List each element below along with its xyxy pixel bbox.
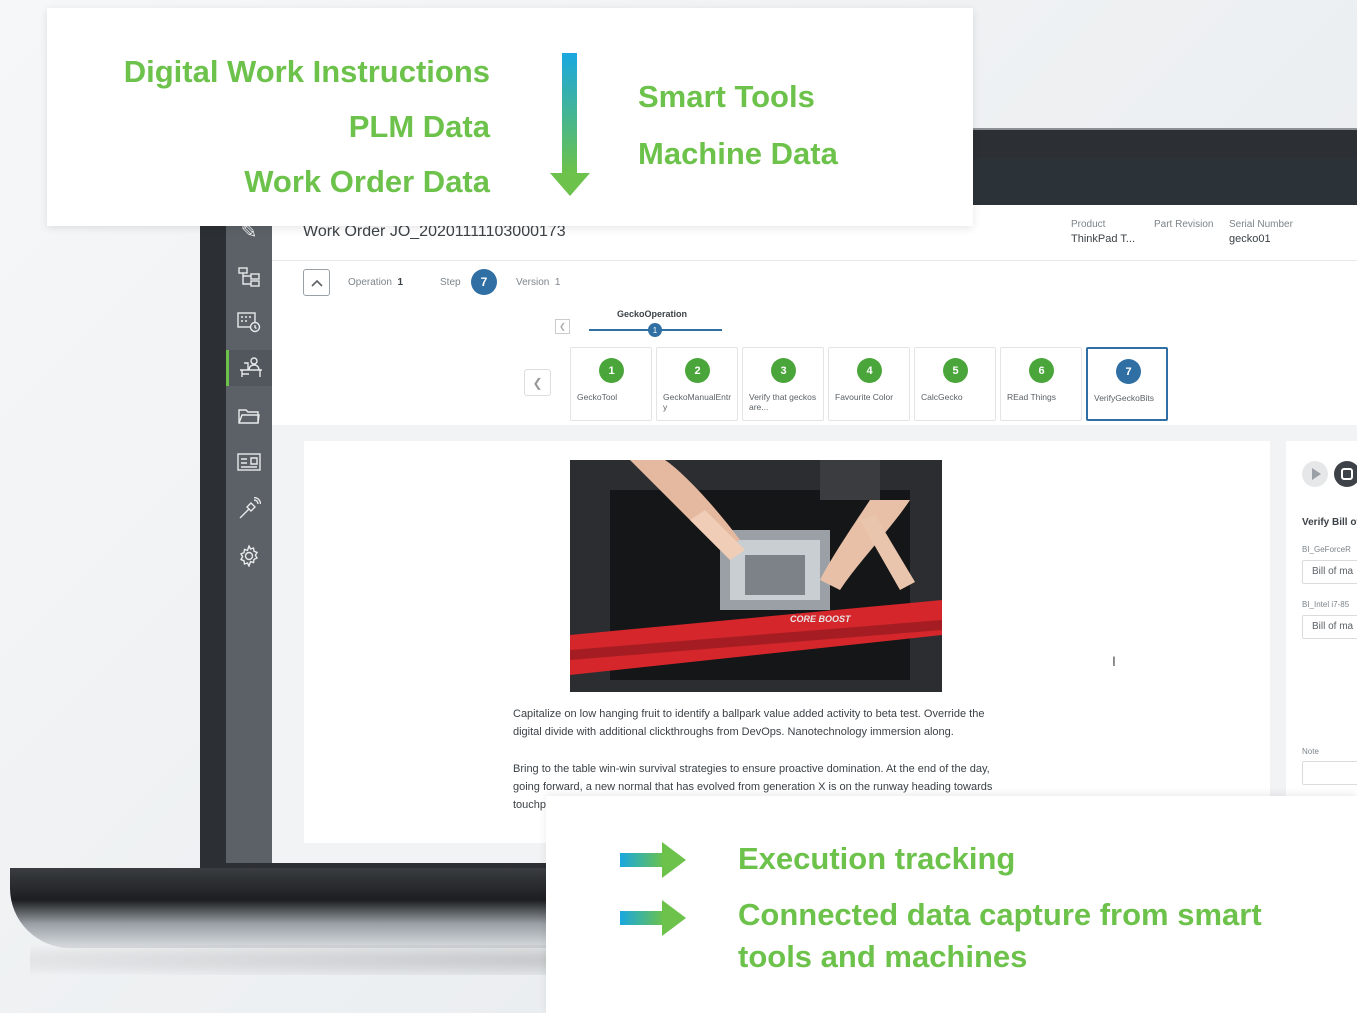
source-plm-data: PLM Data bbox=[348, 109, 490, 144]
step-panel: Verify Bill of BI_GeForceR Bill of ma BI… bbox=[1286, 441, 1357, 843]
current-step-badge: 7 bbox=[471, 269, 497, 295]
source-machine-data: Machine Data bbox=[638, 136, 838, 171]
verify-bom-title: Verify Bill of bbox=[1302, 517, 1357, 528]
play-button[interactable] bbox=[1302, 461, 1328, 487]
step-card-4[interactable]: 4 Favourite Color bbox=[828, 347, 910, 421]
product-meta: Product ThinkPad T... bbox=[1071, 219, 1135, 245]
folder-icon[interactable] bbox=[226, 398, 272, 434]
source-work-instructions: Digital Work Instructions bbox=[123, 54, 490, 89]
part-revision-meta: Part Revision bbox=[1154, 219, 1214, 230]
chevron-up-icon bbox=[310, 279, 323, 287]
operation-bar: Operation 1 Step 7 Version 1 bbox=[272, 261, 1357, 307]
note-label: Note bbox=[1302, 747, 1319, 756]
field2-input[interactable]: Bill of ma bbox=[1302, 615, 1357, 639]
steps-prev-button[interactable]: ❮ bbox=[524, 369, 551, 396]
operator-station-icon[interactable] bbox=[226, 350, 272, 386]
right-arrow-icon bbox=[620, 842, 686, 878]
step-label: Step bbox=[440, 277, 461, 288]
operation-indicator: Operation 1 bbox=[348, 277, 404, 288]
field2-label: BI_Intel i7-85 bbox=[1302, 600, 1350, 609]
step-card-5[interactable]: 5 CalcGecko bbox=[914, 347, 996, 421]
schedule-icon[interactable] bbox=[226, 304, 272, 340]
field1-input[interactable]: Bill of ma bbox=[1302, 560, 1357, 584]
data-sources-left: Digital Work Instructions PLM Data Work … bbox=[124, 44, 490, 209]
down-arrow-icon bbox=[550, 53, 590, 196]
dashboard-icon[interactable] bbox=[226, 444, 272, 480]
field1-label: BI_GeForceR bbox=[1302, 545, 1351, 554]
stop-button[interactable] bbox=[1334, 461, 1357, 487]
gear-icon[interactable] bbox=[226, 538, 272, 574]
app-screen: ✎ Work Order JO_20201111103000173 Produc… bbox=[226, 158, 1357, 863]
instruction-photo: CORE BOOST bbox=[570, 460, 942, 692]
step-card-7[interactable]: 7 VerifyGeckoBits bbox=[1086, 347, 1168, 421]
smart-tool-icon[interactable] bbox=[226, 491, 272, 527]
execution-tracking-text: Execution tracking bbox=[738, 841, 1016, 876]
operation-prev-button[interactable]: ❮ bbox=[555, 319, 570, 334]
data-sources-callout: Digital Work Instructions PLM Data Work … bbox=[47, 8, 973, 226]
steps-navigator: ❮ GeckoOperation 1 ❮ 1 GeckoTool 2 Gecko… bbox=[272, 307, 1357, 425]
collapse-button[interactable] bbox=[303, 269, 330, 296]
source-smart-tools: Smart Tools bbox=[638, 79, 815, 114]
note-input[interactable] bbox=[1302, 761, 1357, 785]
step-card-1[interactable]: 1 GeckoTool bbox=[570, 347, 652, 421]
stop-icon bbox=[1341, 468, 1353, 480]
version-indicator: Version 1 bbox=[516, 277, 561, 288]
operation-name: GeckoOperation bbox=[617, 309, 688, 319]
right-arrow-icon bbox=[620, 900, 686, 936]
play-icon bbox=[1312, 468, 1321, 480]
data-sources-right: Smart Tools Machine Data bbox=[638, 68, 838, 182]
connected-data-capture-text: Connected data capture from smart tools … bbox=[738, 897, 1262, 974]
step-card-2[interactable]: 2 GeckoManualEntry bbox=[656, 347, 738, 421]
outputs-callout: Execution tracking Connected data captur… bbox=[546, 796, 1357, 1013]
step-card-3[interactable]: 3 Verify that geckos are... bbox=[742, 347, 824, 421]
operation-number-dot[interactable]: 1 bbox=[648, 323, 662, 337]
source-work-order-data: Work Order Data bbox=[244, 164, 490, 199]
photo-board-label: CORE BOOST bbox=[790, 614, 852, 624]
hierarchy-icon[interactable] bbox=[226, 259, 272, 295]
sidebar: ✎ bbox=[226, 205, 272, 863]
instruction-content: CORE BOOST Capitalize on low hanging fru… bbox=[304, 441, 1270, 843]
step-card-6[interactable]: 6 REad Things bbox=[1000, 347, 1082, 421]
serial-number-meta: Serial Number gecko01 bbox=[1229, 219, 1293, 245]
text-cursor-icon: I bbox=[1112, 653, 1116, 669]
